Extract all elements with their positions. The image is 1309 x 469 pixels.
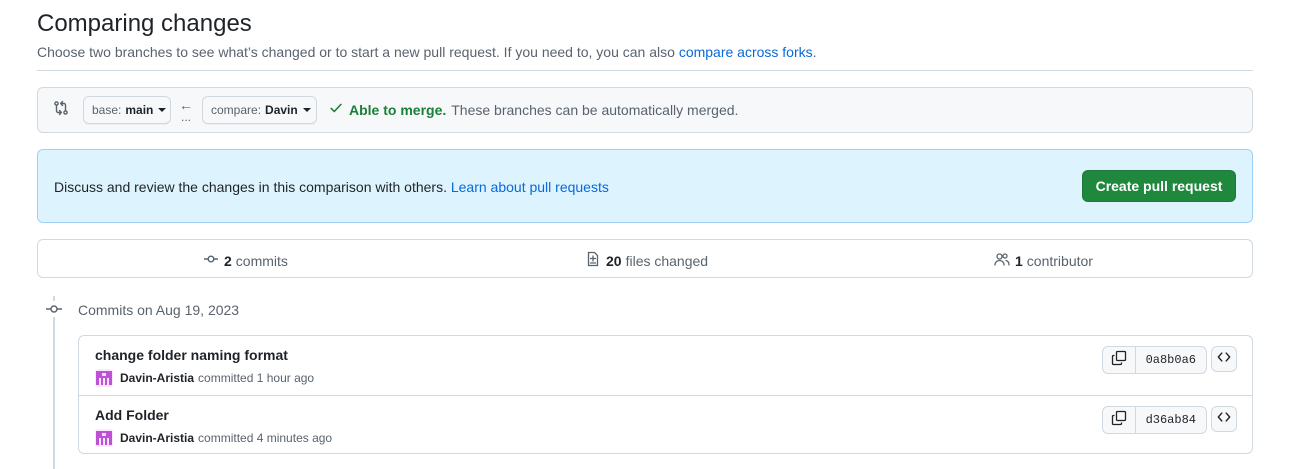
- commits-tab[interactable]: 2 commits: [203, 251, 288, 270]
- file-diff-icon: [585, 251, 601, 270]
- contributors-count: 1: [1015, 252, 1023, 269]
- commit-time: committed 1 hour ago: [198, 371, 315, 385]
- subtitle-suffix: .: [812, 44, 817, 60]
- chevron-down-icon: [158, 108, 167, 112]
- code-icon: [1217, 410, 1231, 429]
- commit-author-link[interactable]: Davin-Aristia: [120, 431, 194, 445]
- browse-repository-button[interactable]: [1211, 346, 1237, 372]
- check-icon: [329, 101, 343, 118]
- copy-sha-button[interactable]: [1103, 407, 1136, 433]
- page-title: Comparing changes: [37, 10, 252, 37]
- flash-text: Discuss and review the changes in this c…: [54, 179, 447, 195]
- compare-summary: 2 commits 20 files changed 1 contributor: [37, 239, 1253, 278]
- commit-author-link[interactable]: Davin-Aristia: [120, 371, 194, 385]
- learn-about-pull-requests-link[interactable]: Learn about pull requests: [451, 179, 609, 195]
- commit-sha-group: d36ab84: [1101, 406, 1207, 434]
- compare-branch-label: compare:: [211, 103, 262, 117]
- timeline-line: [53, 296, 55, 469]
- commit-message-link[interactable]: change folder naming format: [95, 347, 288, 363]
- avatar[interactable]: [95, 429, 113, 447]
- files-label: files changed: [625, 252, 709, 269]
- header-divider: [37, 70, 1253, 71]
- flash-message: Discuss and review the changes in this c…: [54, 179, 609, 195]
- subtitle-text: Choose two branches to see what’s change…: [37, 44, 679, 60]
- commit-row: Add Folder Davin-Aristia committed 4 min…: [79, 395, 1252, 453]
- files-changed-tab[interactable]: 20 files changed: [585, 251, 708, 270]
- contributors-label: contributor: [1026, 252, 1093, 269]
- files-count: 20: [606, 252, 622, 269]
- commit-list: change folder naming format Davin-Aristi…: [78, 335, 1253, 454]
- base-branch-label: base:: [92, 103, 122, 117]
- commit-meta: Davin-Aristia committed 1 hour ago: [95, 369, 314, 387]
- base-branch-value: main: [125, 103, 154, 117]
- compare-branch-value: Davin: [265, 103, 298, 117]
- avatar[interactable]: [95, 369, 113, 387]
- merge-status-label: Able to merge.: [349, 101, 447, 118]
- base-branch-select[interactable]: base: main: [83, 96, 171, 124]
- range-editor: base: main ← ... compare: Davin Able to …: [37, 87, 1253, 133]
- git-compare-icon: [53, 100, 71, 118]
- create-pull-request-button[interactable]: Create pull request: [1082, 170, 1236, 202]
- compare-across-forks-link[interactable]: compare across forks: [679, 44, 813, 60]
- people-icon: [994, 251, 1010, 270]
- chevron-down-icon: [302, 108, 311, 112]
- commit-sha-link[interactable]: 0a8b0a6: [1136, 347, 1206, 373]
- code-icon: [1217, 350, 1231, 369]
- copy-icon: [1111, 350, 1127, 371]
- copy-sha-button[interactable]: [1103, 347, 1136, 373]
- commit-group-date: Commits on Aug 19, 2023: [78, 302, 240, 318]
- range-dots: ...: [181, 110, 192, 124]
- contributors-tab[interactable]: 1 contributor: [994, 251, 1093, 270]
- commit-time: committed 4 minutes ago: [198, 431, 333, 445]
- browse-repository-button[interactable]: [1211, 406, 1237, 432]
- commit-row: change folder naming format Davin-Aristi…: [79, 336, 1252, 394]
- git-commit-icon: [203, 251, 219, 270]
- commits-label: commits: [235, 252, 288, 269]
- copy-icon: [1111, 410, 1127, 431]
- commit-meta: Davin-Aristia committed 4 minutes ago: [95, 429, 332, 447]
- commits-count: 2: [224, 252, 232, 269]
- commit-sha-group: 0a8b0a6: [1101, 346, 1207, 374]
- git-commit-icon: [45, 301, 63, 317]
- compare-branch-select[interactable]: compare: Davin: [202, 96, 317, 124]
- page-subtitle: Choose two branches to see what’s change…: [37, 44, 817, 60]
- pull-request-flash: Discuss and review the changes in this c…: [37, 149, 1253, 223]
- commit-message-link[interactable]: Add Folder: [95, 407, 169, 423]
- commit-sha-link[interactable]: d36ab84: [1136, 407, 1206, 433]
- merge-status: Able to merge. These branches can be aut…: [329, 101, 738, 118]
- merge-status-detail: These branches can be automatically merg…: [451, 101, 739, 118]
